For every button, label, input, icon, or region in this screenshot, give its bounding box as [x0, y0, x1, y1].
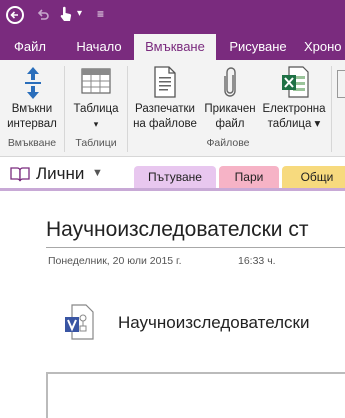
title-underline — [46, 247, 345, 248]
table-dropdown-icon[interactable]: ▾ — [68, 117, 124, 132]
file-printout-label-1: Разпечатки — [135, 103, 195, 115]
file-printout-icon — [154, 66, 176, 98]
section-tab-travel[interactable]: Пътуване — [134, 166, 216, 188]
section-tab-general[interactable]: Общи — [282, 166, 345, 188]
file-printout-label-2: на файлове — [133, 118, 197, 130]
tab-file[interactable]: Файл — [8, 34, 52, 60]
group-separator — [64, 66, 65, 152]
group-separator — [331, 66, 332, 152]
page-date: Понеделник, 20 юли 2015 г. — [48, 255, 182, 267]
attachment-filename[interactable]: Научноизследователски — [118, 313, 309, 333]
customize-qat-icon[interactable]: ≡ — [97, 7, 104, 21]
insert-space-button[interactable]: Вмъкни интервал — [3, 62, 61, 134]
attach-file-button[interactable]: Прикачен файл — [201, 62, 259, 134]
file-printout-button[interactable]: Разпечатки на файлове — [129, 62, 201, 134]
group-label-tables: Таблици — [75, 137, 117, 149]
back-button[interactable] — [6, 6, 24, 24]
tab-draw[interactable]: Рисуване — [225, 34, 291, 60]
attach-file-label-1: Прикачен — [204, 103, 256, 115]
next-group-icon[interactable] — [337, 70, 345, 98]
tab-insert[interactable]: Вмъкване — [134, 34, 216, 60]
spreadsheet-button[interactable]: Електронна таблица ▾ — [259, 62, 329, 134]
undo-icon — [37, 9, 49, 20]
insert-space-label-2: интервал — [7, 118, 57, 130]
table-icon — [81, 68, 111, 94]
page-time: 16:33 ч. — [238, 255, 276, 267]
touch-mode-icon — [60, 6, 72, 21]
undo-button[interactable] — [36, 8, 50, 27]
visio-file-icon — [65, 304, 94, 340]
touch-mode-button[interactable] — [58, 5, 74, 28]
chevron-down-icon[interactable]: ▼ — [92, 167, 103, 179]
group-label-insert: Вмъкване — [7, 137, 57, 149]
title-bar — [0, 0, 345, 34]
tab-home[interactable]: Начало — [70, 34, 128, 60]
insert-space-icon — [25, 67, 41, 99]
section-tab-money[interactable]: Пари — [219, 166, 279, 188]
notebook-name: Лични — [36, 164, 85, 183]
attach-file-label-2: файл — [215, 118, 245, 130]
tab-history[interactable]: Хроно — [304, 34, 345, 60]
qat-dropdown-icon[interactable]: ▾ — [77, 8, 82, 19]
attachment-icon[interactable] — [64, 304, 94, 340]
excel-spreadsheet-icon — [282, 66, 309, 98]
paperclip-icon — [224, 67, 236, 97]
table-button[interactable]: Таблица ▾ — [68, 62, 124, 134]
group-separator — [127, 66, 128, 152]
group-label-files: Файлове — [206, 137, 250, 149]
notebook-selector[interactable]: Лични ▼ — [10, 164, 105, 185]
page-title[interactable]: Научноизследователски ст — [46, 218, 308, 242]
embedded-preview-frame[interactable] — [46, 372, 345, 418]
spreadsheet-label-2: таблица ▾ — [267, 118, 321, 130]
back-arrow-icon — [10, 11, 18, 19]
table-label: Таблица — [73, 103, 119, 115]
insert-space-label-1: Вмъкни — [11, 103, 53, 115]
notebook-icon — [10, 167, 30, 182]
spreadsheet-label-1: Електронна — [262, 103, 326, 115]
